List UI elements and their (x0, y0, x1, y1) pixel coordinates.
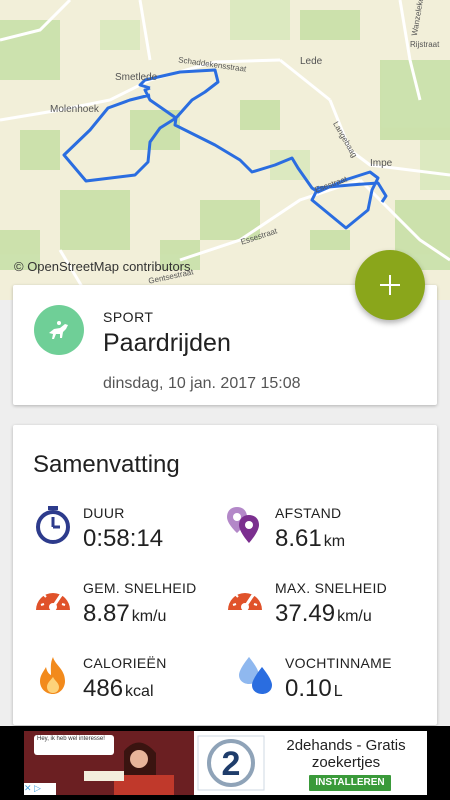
plus-icon (380, 275, 400, 295)
ad-close-icon[interactable]: ✕ ▷ (24, 783, 56, 795)
location-pins-icon (227, 507, 259, 543)
install-button[interactable]: INSTALLEREN (309, 775, 391, 791)
map-label-rijstraat: Rijstraat (410, 40, 440, 49)
sport-heading: SPORT (103, 309, 154, 325)
stat-label: DUUR (83, 505, 125, 521)
map-attribution[interactable]: © OpenStreetMap contributors (14, 259, 191, 274)
sport-name: Paardrijden (103, 329, 231, 357)
stat-value: 486 kcal (83, 675, 154, 702)
stat-value: 37.49 km/u (275, 600, 372, 627)
map-label-lede: Lede (300, 56, 323, 67)
speedometer-icon (36, 590, 70, 611)
speedometer-icon (228, 590, 262, 611)
flame-icon (40, 657, 65, 694)
stat-label: GEM. SNELHEID (83, 580, 197, 596)
stat-label: VOCHTINNAME (285, 655, 392, 671)
ad-banner[interactable]: Hey, ik heb wel interesse! ✕ ▷ 2 2dehand… (0, 726, 450, 800)
stat-calories: CALORIEËN 486 kcal (33, 655, 233, 715)
stat-distance: AFSTAND 8.61 km (225, 505, 425, 565)
stat-duration: DUUR 0:58:14 (33, 505, 233, 565)
stat-label: MAX. SNELHEID (275, 580, 388, 596)
add-button[interactable] (355, 250, 425, 320)
map-label-impe: Impe (370, 158, 393, 169)
stat-label: AFSTAND (275, 505, 342, 521)
ad-content[interactable]: Hey, ik heb wel interesse! ✕ ▷ 2 2dehand… (24, 731, 427, 795)
stat-value: 8.87 km/u (83, 600, 167, 627)
stat-fluid-intake: VOCHTINNAME 0.10 L (235, 655, 435, 715)
ad-app-logo-icon: 2 (197, 735, 265, 791)
water-drops-icon (239, 657, 272, 694)
stat-average-speed: GEM. SNELHEID 8.87 km/u (33, 580, 233, 640)
sport-date: dinsdag, 10 jan. 2017 15:08 (103, 375, 301, 392)
ad-text: 2dehands - Gratis zoekertjes (286, 737, 406, 771)
stat-max-speed: MAX. SNELHEID 37.49 km/u (225, 580, 425, 640)
stopwatch-icon (36, 506, 70, 544)
stat-label: CALORIEËN (83, 655, 167, 671)
horse-riding-icon (34, 305, 84, 355)
map-label-molenhoek: Molenhoek (50, 104, 99, 115)
stat-value: 0:58:14 (83, 525, 164, 552)
ad-bubble: Hey, ik heb wel interesse! (34, 735, 114, 755)
summary-card: Samenvatting DUUR 0:58:14 AFSTAND 8.61 km (13, 425, 437, 725)
stat-value: 8.61 km (275, 525, 346, 552)
ad-image[interactable]: Hey, ik heb wel interesse! ✕ ▷ (24, 731, 194, 795)
stat-value: 0.10 L (285, 675, 343, 702)
map-label-smetlede: Smetlede (115, 72, 158, 83)
summary-title: Samenvatting (33, 451, 180, 478)
svg-text:2: 2 (222, 745, 241, 783)
